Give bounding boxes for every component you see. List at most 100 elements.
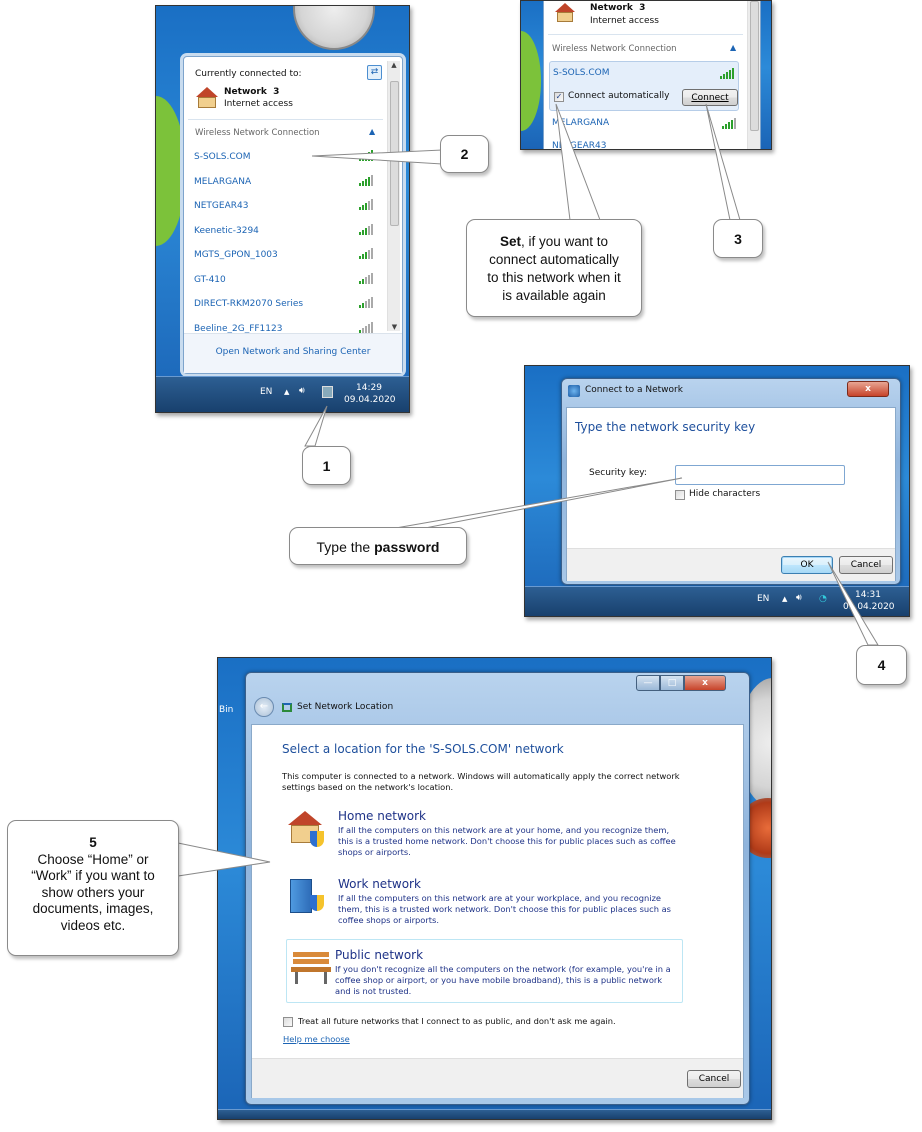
network-flyout: Currently connected to: ⇄ Network 3 Inte… (183, 56, 403, 374)
network-item[interactable]: MELARGANA (552, 118, 609, 128)
language-indicator[interactable]: EN (260, 387, 272, 397)
cancel-button[interactable]: Cancel (839, 556, 893, 574)
network-name: S-SOLS.COM (194, 152, 251, 162)
panel-network-flyout: Currently connected to: ⇄ Network 3 Inte… (155, 5, 410, 413)
callout-step-1: 1 (302, 446, 351, 485)
hide-characters-checkbox[interactable] (675, 490, 685, 500)
callout-bold-text: Set (499, 234, 521, 249)
minimize-button[interactable]: — (636, 675, 660, 691)
network-list-item[interactable]: Keenetic-3294 (184, 223, 384, 246)
ok-button[interactable]: OK (781, 556, 833, 574)
page-heading: Select a location for the 'S-SOLS.COM' n… (282, 742, 564, 756)
callout-step-5: 5 Choose “Home” or “Work” if you want to… (7, 820, 179, 956)
callout-step-4: 4 (856, 645, 907, 685)
network-list-item[interactable]: MELARGANA (184, 174, 384, 197)
network-connecting-icon[interactable]: ◔ (819, 594, 827, 604)
connected-network-status: Internet access (224, 99, 293, 109)
callout-text: Type the (316, 539, 375, 555)
tray-time: 14:29 (356, 383, 382, 393)
house-icon (194, 87, 218, 109)
network-wizard-icon (568, 385, 580, 397)
work-network-option[interactable]: Work network If all the computers on thi… (286, 877, 686, 935)
home-network-option[interactable]: Home network If all the computers on thi… (286, 809, 686, 867)
network-name: NETGEAR43 (194, 201, 249, 211)
signal-strength-icon (359, 321, 377, 333)
callout-text: Choose “Home” or “Work” if you want to s… (31, 851, 155, 933)
network-name: MGTS_GPON_1003 (194, 250, 278, 260)
tray-date: 09.04.2020 (344, 395, 396, 405)
scroll-thumb[interactable] (750, 1, 759, 131)
show-hidden-icons[interactable]: ▲ (782, 595, 787, 603)
collapse-icon[interactable]: ▲ (730, 43, 736, 52)
treat-as-public-label: Treat all future networks that I connect… (298, 1016, 616, 1026)
network-name: Keenetic-3294 (194, 225, 259, 236)
desktop-decoration (521, 31, 541, 131)
selected-network-item[interactable]: S-SOLS.COM ✓ Connect automatically Conne… (549, 61, 739, 111)
network-name: S-SOLS.COM (553, 68, 610, 78)
hide-characters-label: Hide characters (689, 489, 761, 499)
refresh-button[interactable]: ⇄ (367, 65, 382, 80)
callout-number: 5 (89, 835, 97, 850)
clock-gadget (293, 6, 375, 50)
network-name: DIRECT-RKM2070 Series (194, 299, 304, 309)
network-tray-icon[interactable] (322, 386, 333, 398)
option-description: If you don't recognize all the computers… (335, 964, 671, 996)
callout-bold-text: password (374, 539, 440, 555)
window-body: Select a location for the 'S-SOLS.COM' n… (251, 724, 744, 1098)
security-key-label: Security key: (589, 468, 647, 478)
treat-as-public-checkbox[interactable] (283, 1017, 293, 1027)
open-network-sharing-center-link[interactable]: Open Network and Sharing Center (184, 347, 402, 357)
network-list-item[interactable]: MGTS_GPON_1003 (184, 247, 384, 270)
option-description: If all the computers on this network are… (338, 825, 676, 857)
signal-strength-icon (359, 272, 377, 284)
scroll-up-arrow[interactable]: ▲ (388, 61, 400, 69)
close-button[interactable]: x (847, 381, 889, 397)
network-list-item[interactable]: DIRECT-RKM2070 Series (184, 297, 384, 319)
set-location-window: — □ x ← Set Network Location Select a lo… (245, 672, 750, 1105)
network-list-item[interactable]: S-SOLS.COM (184, 149, 384, 172)
connect-button[interactable]: Connect (682, 89, 738, 106)
signal-strength-icon (359, 247, 377, 259)
tray-clock[interactable]: 14:31 09.04.2020 (843, 589, 895, 613)
panel-network-location: Bin — □ x ← Set Network Location Select … (217, 657, 772, 1120)
connect-automatically-checkbox[interactable]: ✓ (554, 92, 564, 102)
connected-network-name: Network 3 (224, 87, 280, 97)
scrollbar[interactable]: ▲ ▼ (387, 61, 400, 331)
tray-clock[interactable]: 14:29 09.04.2020 (344, 382, 396, 406)
network-item[interactable]: NETGEAR43 (552, 141, 606, 149)
tray-time: 14:31 (855, 590, 881, 600)
back-button[interactable]: ← (254, 697, 274, 717)
close-button[interactable]: x (684, 675, 726, 691)
panel-security-key: Connect to a Network x Type the network … (524, 365, 910, 617)
signal-strength-icon (359, 223, 377, 235)
window-controls: — □ x (636, 675, 726, 691)
scrollbar[interactable] (747, 1, 760, 149)
collapse-icon[interactable]: ▲ (369, 127, 375, 136)
show-hidden-icons[interactable]: ▲ (284, 388, 289, 396)
signal-strength-icon (359, 149, 377, 161)
connect-dialog: Connect to a Network x Type the network … (561, 378, 901, 585)
security-key-input[interactable] (675, 465, 845, 485)
dialog-body: Type the network security key Security k… (566, 407, 896, 581)
dialog-title: Connect to a Network (585, 385, 683, 395)
public-network-option[interactable]: Public network If you don't recognize al… (286, 939, 683, 1003)
currently-connected-label: Currently connected to: (195, 69, 302, 79)
taskbar: EN ▲ 🔊︎ 14:29 09.04.2020 (156, 376, 409, 412)
desktop-decoration (156, 96, 186, 246)
scroll-thumb[interactable] (390, 81, 399, 226)
network-list-item[interactable]: GT-410 (184, 272, 384, 295)
cancel-button[interactable]: Cancel (687, 1070, 741, 1088)
network-list-item[interactable]: NETGEAR43 (184, 199, 384, 221)
flyout-panel: Network 3 Internet access Wireless Netwo… (543, 1, 761, 149)
taskbar (218, 1109, 771, 1119)
network-name: GT-410 (194, 274, 226, 285)
callout-set-auto: Set, if you want to connect automaticall… (466, 219, 642, 317)
option-title: Public network (335, 948, 424, 962)
volume-icon[interactable]: 🔊︎ (796, 593, 802, 603)
scroll-down-arrow[interactable]: ▼ (388, 323, 401, 331)
volume-icon[interactable]: 🔊︎ (299, 386, 305, 396)
maximize-button[interactable]: □ (660, 675, 684, 691)
signal-strength-icon (720, 67, 738, 79)
language-indicator[interactable]: EN (757, 594, 769, 604)
help-me-choose-link[interactable]: Help me choose (283, 1034, 350, 1044)
